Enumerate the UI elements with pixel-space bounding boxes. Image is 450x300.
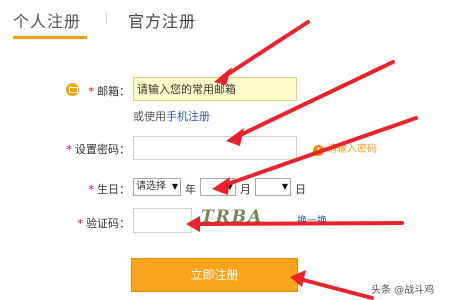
year-select[interactable]: 请选择 ▼	[133, 178, 181, 196]
required-mark: *	[88, 85, 95, 98]
required-mark: *	[88, 183, 95, 196]
arrow-to-submit	[294, 276, 374, 300]
required-mark: *	[77, 217, 84, 230]
phone-register-link[interactable]: 手机注册	[166, 110, 210, 123]
registration-page: 个人注册 官方注册 *邮箱： 或使用手机注册 *设置密码： !请输入密码 *生日…	[0, 0, 450, 300]
day-select[interactable]: ▼	[255, 178, 291, 196]
year-unit: 年	[185, 183, 196, 196]
birthday-label: * 生日：	[84, 181, 131, 197]
captcha-label: * 验证码：	[70, 215, 131, 231]
alt-register-prefix: 或使用	[133, 110, 166, 123]
tab-personal-register[interactable]: 个人注册	[13, 8, 81, 32]
active-tab-underline	[13, 36, 87, 39]
warning-icon: !	[313, 145, 324, 156]
required-mark: *	[66, 143, 73, 156]
captcha-refresh-link[interactable]: 换一换	[297, 212, 327, 227]
chevron-down-icon: ▼	[226, 182, 233, 191]
register-button[interactable]: 立即注册	[131, 258, 298, 292]
password-input[interactable]	[133, 136, 297, 160]
password-label-text: 设置密码：	[75, 143, 130, 156]
tab-official-register[interactable]: 官方注册	[128, 8, 196, 32]
day-unit: 日	[295, 183, 306, 196]
month-unit: 月	[240, 183, 251, 196]
month-select[interactable]: ▼	[200, 178, 236, 196]
captcha-input[interactable]	[133, 208, 192, 233]
email-icon	[66, 83, 79, 96]
watermark: 头条 @战斗鸡	[371, 285, 435, 296]
tab-divider	[106, 13, 107, 24]
password-label: * 设置密码：	[58, 141, 131, 157]
birthday-label-text: 生日：	[97, 183, 130, 196]
email-input[interactable]	[133, 77, 297, 101]
email-label-text: 邮箱：	[97, 85, 130, 98]
alt-register-text: 或使用手机注册	[133, 108, 210, 124]
captcha-label-text: 验证码：	[86, 217, 130, 230]
password-hint-text: 请输入密码	[327, 144, 377, 155]
arrow-to-email	[220, 20, 310, 80]
chevron-down-icon: ▼	[171, 182, 178, 191]
captcha-image[interactable]: TRBA	[201, 207, 263, 231]
email-label: * 邮箱：	[84, 83, 131, 99]
chevron-down-icon: ▼	[281, 182, 288, 191]
password-hint: ! 请输入密码	[313, 140, 377, 156]
year-select-value: 请选择	[136, 181, 166, 192]
